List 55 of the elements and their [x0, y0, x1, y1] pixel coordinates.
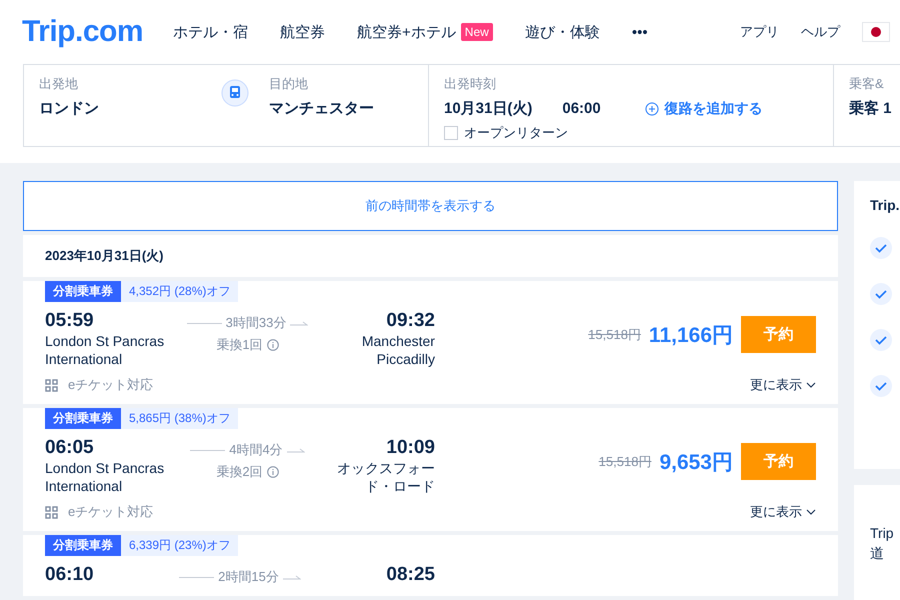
- add-return-link[interactable]: 復路を追加する: [644, 100, 763, 118]
- arrival-time: 08:25: [386, 564, 435, 586]
- split-ticket-tag: 分割乗車券: [45, 535, 121, 556]
- show-earlier-button[interactable]: 前の時間帯を表示する: [23, 181, 838, 231]
- saving-tag: 5,865円 (38%)オフ: [121, 408, 238, 429]
- logo[interactable]: Trip.com: [22, 15, 144, 49]
- arrival-time: 09:32: [386, 310, 435, 332]
- panel-text: Trip: [870, 524, 895, 543]
- origin-field[interactable]: ロンドン: [39, 99, 209, 118]
- departure-time: 06:10: [45, 564, 94, 586]
- header-link[interactable]: アプリ: [740, 23, 779, 41]
- arrival-station: Manchester Piccadilly: [360, 332, 435, 368]
- duration: 3時間33分: [226, 314, 286, 332]
- date-heading: 2023年10月31日(火): [23, 235, 838, 277]
- nav-link[interactable]: 遊び・体験: [524, 22, 600, 42]
- changes: 乗換2回: [216, 463, 263, 481]
- field-label: 出発時刻: [444, 75, 497, 93]
- price: 11,166円: [648, 322, 733, 348]
- eticket-label: eチケット対応: [68, 503, 154, 521]
- field-label: 目的地: [269, 75, 309, 93]
- eticket-label: eチケット対応: [68, 376, 154, 394]
- time-field[interactable]: 06:00: [562, 100, 601, 117]
- split-ticket-tag: 分割乗車券: [45, 408, 121, 429]
- departure-time: 05:59: [45, 310, 95, 332]
- arrival-station: オックスフォード・ロード: [336, 459, 435, 495]
- nav-link[interactable]: •••: [632, 24, 648, 40]
- date-field[interactable]: 10月31日(火): [444, 99, 532, 118]
- panel-text: 道: [870, 544, 885, 563]
- open-return-checkbox[interactable]: オープンリターン: [444, 124, 818, 142]
- header-link[interactable]: ヘルプ: [801, 23, 840, 41]
- saving-tag: 6,339円 (23%)オフ: [121, 535, 238, 556]
- changes: 乗換1回: [216, 336, 263, 354]
- nav-link[interactable]: 航空券+ホテル New: [357, 22, 493, 42]
- duration: 2時間15分: [218, 568, 279, 586]
- new-badge: New: [460, 23, 493, 41]
- destination-field[interactable]: マンチェスター: [269, 99, 374, 118]
- show-more-link[interactable]: 更に表示: [750, 376, 816, 394]
- field-label: 出発地: [39, 75, 79, 93]
- nav-label: 航空券+ホテル: [357, 22, 456, 42]
- departure-station: London St Pancras International: [45, 332, 166, 368]
- field-label: 乗客&: [849, 75, 885, 93]
- nav-link[interactable]: 航空券: [280, 22, 326, 42]
- show-more-link[interactable]: 更に表示: [750, 503, 816, 521]
- arrival-time: 10:09: [386, 437, 435, 459]
- saving-tag: 4,352円 (28%)オフ: [121, 281, 238, 302]
- panel-title: Trip.: [870, 197, 900, 213]
- original-price: 15,518円: [588, 326, 641, 344]
- split-ticket-tag: 分割乗車券: [45, 281, 121, 302]
- duration: 4時間4分: [229, 441, 283, 459]
- price: 9,653円: [659, 450, 733, 476]
- original-price: 15,518円: [598, 452, 652, 470]
- nav-link[interactable]: ホテル・宿: [173, 22, 248, 42]
- passengers-field[interactable]: 乗客 1: [849, 99, 892, 118]
- departure-time: 06:05: [45, 437, 95, 459]
- departure-station: London St Pancras International: [45, 459, 166, 495]
